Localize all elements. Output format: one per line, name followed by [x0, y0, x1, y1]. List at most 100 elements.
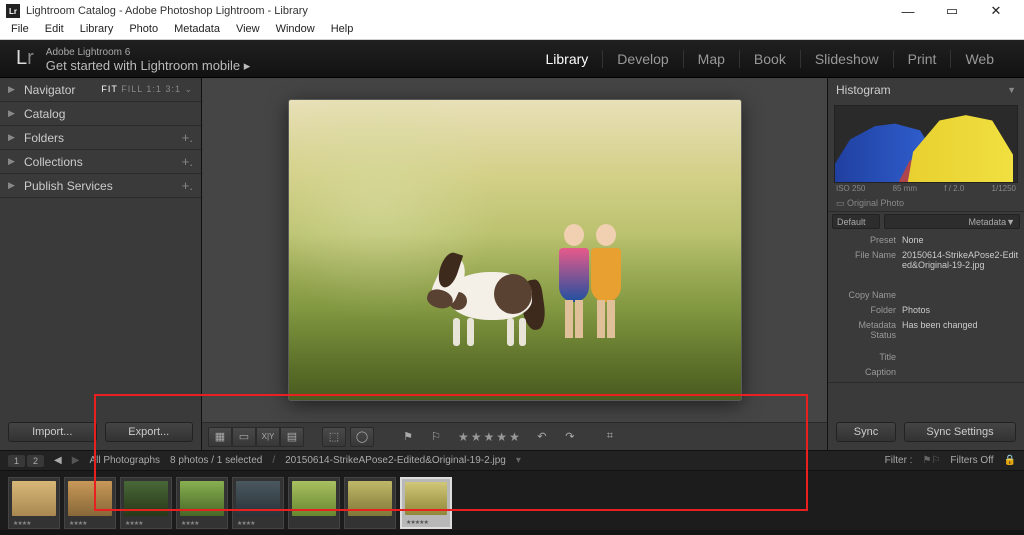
menu-metadata[interactable]: Metadata	[167, 22, 227, 39]
spray-button[interactable]: ◯	[350, 427, 374, 447]
meta-folder-value[interactable]: Photos	[902, 305, 1020, 316]
menu-edit[interactable]: Edit	[38, 22, 71, 39]
meta-preset-value[interactable]: None	[902, 235, 1020, 246]
workspace: Lr Adobe Lightroom 6 Get started with Li…	[0, 40, 1024, 535]
menu-photo[interactable]: Photo	[122, 22, 165, 39]
photo-subject-girl	[557, 224, 591, 344]
original-photo-toggle[interactable]: ▭ Original Photo	[828, 196, 1024, 211]
module-slideshow[interactable]: Slideshow	[800, 50, 893, 68]
expand-icon: ▶	[8, 84, 18, 95]
flag-pick-button[interactable]: ⚑	[396, 427, 420, 447]
meta-key: Metadata Status	[832, 320, 902, 340]
module-print[interactable]: Print	[893, 50, 951, 68]
thumbnail[interactable]: ★★★★	[232, 477, 284, 529]
expand-icon: ▶	[8, 108, 18, 119]
rotate-cw-button[interactable]: ↷	[558, 427, 582, 447]
import-button[interactable]: Import...	[8, 422, 97, 442]
histogram-panel[interactable]: Histogram▼ ISO 250 85 mm f / 2.0 1/1250 …	[828, 78, 1024, 212]
meta-title-value[interactable]	[902, 352, 1020, 363]
get-started-mobile-link[interactable]: Get started with Lightroom mobile ▸	[46, 59, 251, 72]
add-icon[interactable]: +.	[182, 178, 193, 193]
star-icon[interactable]: ★	[471, 430, 482, 444]
module-map[interactable]: Map	[683, 50, 739, 68]
survey-view-button[interactable]: ▤	[280, 427, 304, 447]
module-develop[interactable]: Develop	[602, 50, 682, 68]
menu-window[interactable]: Window	[269, 22, 322, 39]
nav-11[interactable]: 1:1	[146, 84, 162, 94]
filmstrip[interactable]: ★★★★ ★★★★ ★★★★ ★★★★ ★★★★ ★★★★★	[0, 471, 1024, 535]
meta-copyname-value[interactable]	[902, 290, 1020, 301]
filters-off[interactable]: Filters Off	[950, 455, 993, 466]
publish-panel[interactable]: ▶Publish Services+.	[0, 174, 201, 198]
rating-stars[interactable]: ★ ★ ★ ★ ★	[452, 430, 526, 444]
thumbnail[interactable]: ★★★★	[176, 477, 228, 529]
filmstrip-scrollbar[interactable]	[0, 530, 1024, 535]
meta-key: Preset	[832, 235, 902, 246]
filter-flag-icon[interactable]: ⚑⚐	[922, 455, 940, 466]
center-panel: ▦ ▭ X|Y ▤ ⬚ ◯ ⚑ ⚐ ★ ★ ★ ★ ★ ↶	[202, 78, 827, 450]
loupe-view-button[interactable]: ▭	[232, 427, 256, 447]
sync-settings-button[interactable]: Sync Settings	[904, 422, 1016, 442]
meta-filename-value[interactable]: 20150614-StrikeAPose2-Edited&Original-19…	[902, 250, 1020, 286]
lock-icon[interactable]: 🔒	[1004, 455, 1016, 466]
metadata-default-select[interactable]: Default	[832, 214, 880, 229]
secondary-window-2[interactable]: 2	[27, 455, 44, 467]
minimize-button[interactable]: —	[886, 0, 930, 22]
star-icon[interactable]: ★	[484, 430, 495, 444]
photo-subject-pony	[419, 252, 549, 342]
nav-fit[interactable]: FIT	[101, 84, 117, 94]
thumbnail[interactable]: ★★★★	[8, 477, 60, 529]
thumbnail[interactable]	[288, 477, 340, 529]
brand-block: Adobe Lightroom 6 Get started with Light…	[46, 46, 251, 72]
close-button[interactable]: ✕	[974, 0, 1018, 22]
left-buttons: Import... Export...	[0, 414, 201, 450]
nav-31[interactable]: 3:1 ⌄	[165, 84, 193, 94]
collections-panel[interactable]: ▶Collections+.	[0, 150, 201, 174]
photo-subject-girl	[589, 224, 623, 344]
thumbnail[interactable]: ★★★★	[120, 477, 172, 529]
menu-view[interactable]: View	[229, 22, 267, 39]
app-icon: Lr	[6, 4, 20, 18]
rotate-ccw-button[interactable]: ↶	[530, 427, 554, 447]
secondary-window-1[interactable]: 1	[8, 455, 25, 467]
module-library[interactable]: Library	[532, 50, 603, 68]
star-icon[interactable]: ★	[458, 430, 469, 444]
thumbnail[interactable]	[344, 477, 396, 529]
thumbnail[interactable]: ★★★★	[64, 477, 116, 529]
meta-caption-value[interactable]	[902, 367, 1020, 378]
source-label[interactable]: All Photographs	[89, 455, 160, 466]
add-icon[interactable]: +.	[182, 130, 193, 145]
navigator-panel[interactable]: ▶ Navigator FIT FILL 1:1 3:1 ⌄	[0, 78, 201, 102]
crop-button[interactable]: ⌗	[598, 427, 622, 447]
metadata-panel[interactable]: Default Metadata ▼ PresetNone File Name2…	[828, 212, 1024, 383]
thumbnail-selected[interactable]: ★★★★★	[400, 477, 452, 529]
meta-status-value[interactable]: Has been changed	[902, 320, 1020, 340]
compare-view-button[interactable]: X|Y	[256, 427, 280, 447]
painter-button[interactable]: ⬚	[322, 427, 346, 447]
sync-button[interactable]: Sync	[836, 422, 896, 442]
catalog-panel[interactable]: ▶Catalog	[0, 102, 201, 126]
maximize-button[interactable]: ▭	[930, 0, 974, 22]
loupe-photo	[289, 100, 741, 400]
menubar: File Edit Library Photo Metadata View Wi…	[0, 22, 1024, 40]
secondary-bar: 1 2 ◀ ▶ All Photographs 8 photos / 1 sel…	[0, 450, 1024, 471]
image-area[interactable]	[202, 78, 827, 422]
menu-help[interactable]: Help	[324, 22, 361, 39]
add-icon[interactable]: +.	[182, 154, 193, 169]
nav-fill[interactable]: FILL	[121, 84, 143, 94]
grid-view-button[interactable]: ▦	[208, 427, 232, 447]
folders-panel[interactable]: ▶Folders+.	[0, 126, 201, 150]
module-web[interactable]: Web	[950, 50, 1008, 68]
menu-file[interactable]: File	[4, 22, 36, 39]
menu-library[interactable]: Library	[73, 22, 121, 39]
star-icon[interactable]: ★	[509, 430, 520, 444]
module-book[interactable]: Book	[739, 50, 800, 68]
filter-label: Filter :	[885, 455, 913, 466]
flag-reject-button[interactable]: ⚐	[424, 427, 448, 447]
expand-icon: ▶	[8, 132, 18, 143]
export-button[interactable]: Export...	[105, 422, 194, 442]
star-icon[interactable]: ★	[496, 430, 507, 444]
nav-fwd-icon[interactable]: ▶	[72, 455, 80, 466]
histo-iso: ISO 250	[836, 184, 865, 193]
nav-back-icon[interactable]: ◀	[54, 455, 62, 466]
